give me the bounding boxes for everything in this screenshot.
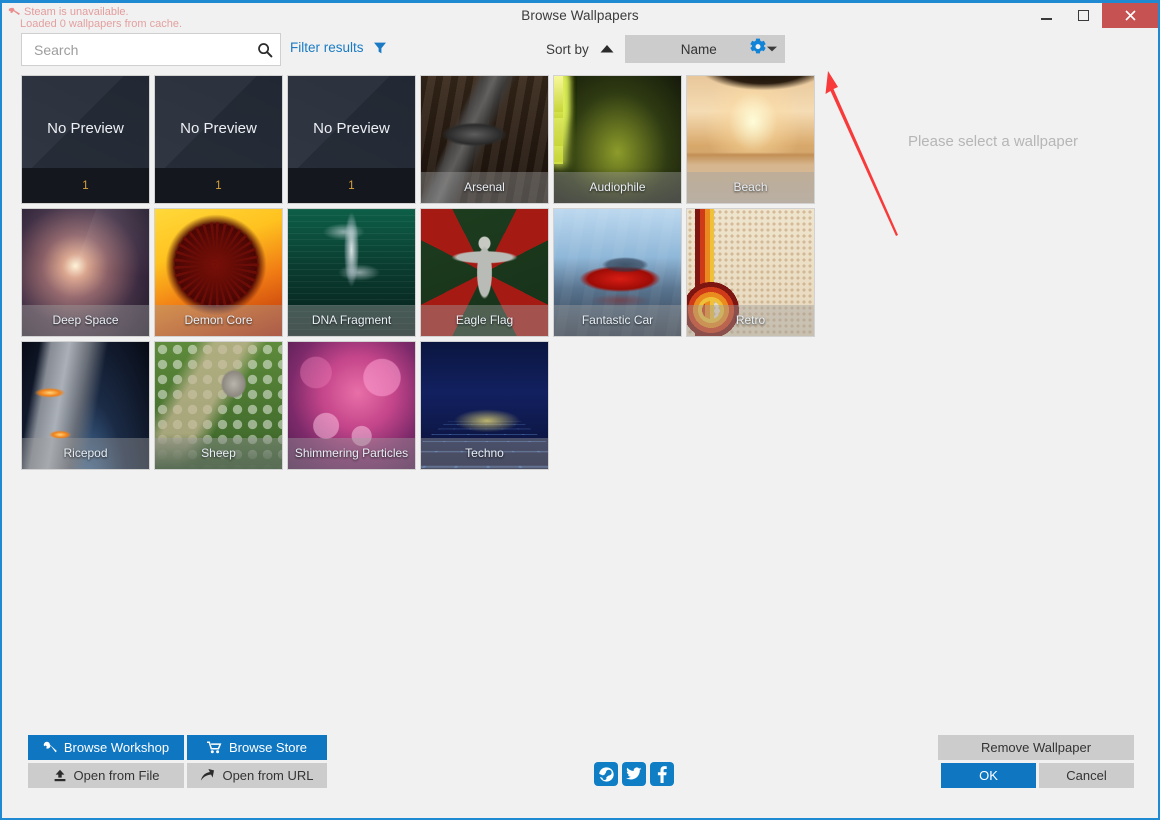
open-from-url-label: Open from URL [222,768,313,783]
wallpaper-tile[interactable]: Techno [420,341,549,470]
cancel-button[interactable]: Cancel [1039,763,1134,788]
wallpaper-tile-label: Ricepod [22,438,149,469]
gear-icon[interactable] [748,37,768,62]
browse-store-label: Browse Store [229,740,307,755]
wrench-icon [8,7,20,17]
wallpaper-tile-label: Demon Core [155,305,282,336]
minimize-button[interactable] [1028,3,1065,28]
wallpaper-tile[interactable]: No Preview 1 [287,75,416,204]
wallpaper-tile[interactable]: No Preview 1 [154,75,283,204]
wallpaper-tile[interactable]: No Preview 1 [21,75,150,204]
wallpaper-tile[interactable]: DNA Fragment [287,208,416,337]
footer-row-browse: Browse Workshop Browse Store [28,735,328,760]
footer-right-actions: Remove Wallpaper OK Cancel [938,735,1134,791]
sort-by-label: Sort by [546,42,589,57]
maximize-button[interactable] [1065,3,1102,28]
wallpaper-tile[interactable]: Audiophile [553,75,682,204]
wallpaper-grid: No Preview1No Preview1No Preview1Arsenal… [21,75,826,470]
wallpaper-tile[interactable]: Fantastic Car [553,208,682,337]
social-links [594,762,674,786]
browse-workshop-label: Browse Workshop [64,740,169,755]
wallpaper-tile-label: No Preview [288,120,415,137]
facebook-icon[interactable] [650,762,674,786]
ok-button[interactable]: OK [941,763,1036,788]
wallpaper-tile[interactable]: Retro [686,208,815,337]
window-title: Browse Wallpapers [521,8,639,23]
wallpaper-tile-label: Audiophile [554,172,681,203]
wallpaper-tile-label: Eagle Flag [421,305,548,336]
wallpaper-tile-label: No Preview [22,120,149,137]
wallpaper-tile-label: No Preview [155,120,282,137]
search-icon[interactable] [250,42,280,58]
wallpaper-tile-label: Shimmering Particles [288,438,415,469]
footer-row-confirm: OK Cancel [938,763,1134,788]
wallpaper-tile-count: 1 [288,168,415,203]
toolbar: Filter results Sort by Name [2,31,1158,69]
browse-workshop-button[interactable]: Browse Workshop [28,735,184,760]
close-icon [1124,9,1137,22]
wallpaper-tile[interactable]: Beach [686,75,815,204]
wallpaper-tile-label: Beach [687,172,814,203]
browse-store-button[interactable]: Browse Store [187,735,327,760]
footer-row-open: Open from File Open from URL [28,763,328,788]
wallpaper-tile-label: DNA Fragment [288,305,415,336]
funnel-icon [373,41,387,55]
filter-results-button[interactable]: Filter results [290,40,387,55]
wallpaper-tile-label: Arsenal [421,172,548,203]
wallpaper-tile-count: 1 [155,168,282,203]
minimize-icon [1041,18,1052,20]
window-controls [1028,3,1158,28]
steam-status-notice: Steam is unavailable. [8,6,129,18]
open-from-file-button[interactable]: Open from File [28,763,184,788]
filter-results-label: Filter results [290,40,364,55]
wallpaper-tile-label: Retro [687,305,814,336]
search-box[interactable] [21,33,281,66]
close-button[interactable] [1102,3,1158,28]
wallpaper-tile-label: Techno [421,438,548,469]
arrow-up-right-icon [200,769,215,782]
footer-row-remove: Remove Wallpaper [938,735,1134,760]
steam-status-text: Steam is unavailable. [24,6,129,18]
open-from-url-button[interactable]: Open from URL [187,763,327,788]
open-from-file-label: Open from File [74,768,160,783]
sort-by-value: Name [625,42,759,57]
wallpaper-tile-label: Fantastic Car [554,305,681,336]
footer-left-actions: Browse Workshop Browse Store Open from F… [28,735,328,791]
wallpaper-tile-count: 1 [22,168,149,203]
cart-icon [207,741,222,754]
wallpaper-tile[interactable]: Shimmering Particles [287,341,416,470]
preview-pane: Please select a wallpaper [832,75,1154,475]
wrench-icon [43,741,57,754]
wallpaper-tile[interactable]: Eagle Flag [420,208,549,337]
twitter-icon[interactable] [622,762,646,786]
search-input[interactable] [22,42,250,58]
sort-ascending-triangle-icon[interactable] [599,43,615,55]
wallpaper-tile[interactable]: Sheep [154,341,283,470]
upload-icon [53,769,67,782]
browse-wallpapers-window: Browse Wallpapers Steam is unavailable. … [0,0,1160,820]
wallpaper-tile[interactable]: Demon Core [154,208,283,337]
steam-icon[interactable] [594,762,618,786]
maximize-icon [1078,10,1089,21]
wallpaper-tile[interactable]: Ricepod [21,341,150,470]
remove-wallpaper-button[interactable]: Remove Wallpaper [938,735,1134,760]
wallpaper-tile[interactable]: Arsenal [420,75,549,204]
wallpaper-tile[interactable]: Deep Space [21,208,150,337]
preview-placeholder-text: Please select a wallpaper [908,133,1078,150]
cache-status-notice: Loaded 0 wallpapers from cache. [20,18,182,30]
wallpaper-tile-label: Sheep [155,438,282,469]
wallpaper-tile-label: Deep Space [22,305,149,336]
